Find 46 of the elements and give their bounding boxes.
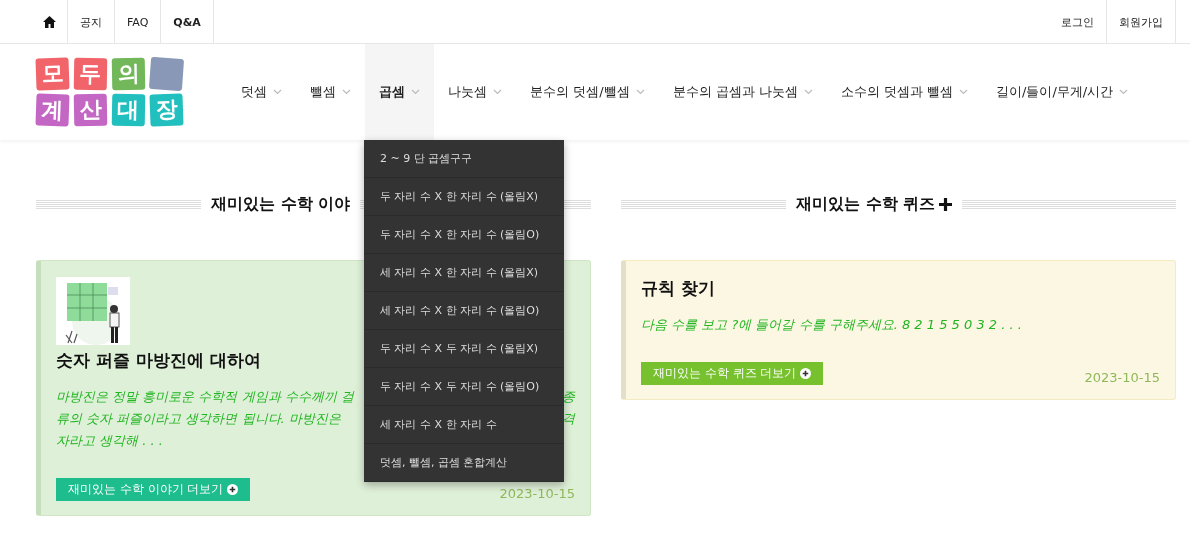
chevron-down-icon <box>411 89 420 95</box>
nav-item[interactable]: 뺄셈 <box>296 44 365 140</box>
logo-tile: 장 <box>149 93 184 127</box>
plus-icon <box>939 197 953 211</box>
logo-tile: 계 <box>35 93 70 127</box>
excerpt-text: 다음 수를 보고 ?에 들어갈 수를 구해주세요. 8 2 1 5 5 0 3 2 . . . <box>641 316 1022 334</box>
dropdown-item[interactable]: 두 자리 수 X 한 자리 수 (올림O) <box>364 216 564 254</box>
logo-tile: 모 <box>35 57 70 91</box>
chevron-down-icon <box>342 89 351 95</box>
post-date: 2023-10-15 <box>499 486 575 501</box>
nav-item[interactable]: 나눗셈 <box>434 44 516 140</box>
plus-circle-icon <box>227 484 239 495</box>
chevron-down-icon <box>493 89 502 95</box>
plus-circle-icon <box>800 368 812 379</box>
excerpt-text: 종 <box>562 388 575 406</box>
nav-item[interactable]: 곱셈 <box>365 44 434 140</box>
top-link[interactable]: 회원가입 <box>1107 0 1176 44</box>
nav-item[interactable]: 소수의 덧셈과 뺄셈 <box>826 44 983 140</box>
logo-tile: 대 <box>111 93 146 127</box>
excerpt-text: 격 <box>562 410 575 428</box>
nav-item[interactable]: 길이/들이/무게/시간 <box>982 44 1143 140</box>
top-link[interactable]: Q&A <box>161 0 214 44</box>
excerpt-text: 자라고 생각해 . . . <box>56 432 163 450</box>
logo-tile: 의 <box>111 57 146 91</box>
nav-item[interactable]: 덧셈 <box>227 44 296 140</box>
chevron-down-icon <box>959 89 969 95</box>
chevron-down-icon <box>273 89 282 95</box>
nav-item[interactable]: 분수의 곱셈과 나눗셈 <box>658 44 827 140</box>
nav-item[interactable]: 분수의 덧셈/뺄셈 <box>516 44 659 140</box>
dropdown-item[interactable]: 2 ~ 9 단 곱셈구구 <box>364 140 564 178</box>
post-title: 규칙 찾기 <box>641 277 716 300</box>
top-link[interactable]: 로그인 <box>1049 0 1107 44</box>
chevron-down-icon <box>635 89 645 95</box>
section-heading: 재미있는 수학 퀴즈 <box>796 193 936 215</box>
top-link[interactable]: 공지 <box>68 0 115 44</box>
chevron-down-icon <box>803 89 813 95</box>
top-link[interactable]: FAQ <box>115 0 162 44</box>
logo-tile: 두 <box>73 57 108 91</box>
logo-tile: 산 <box>73 93 108 127</box>
excerpt-text: 류의 숫자 퍼즐이라고 생각하면 됩니다. 마방진은 <box>56 410 341 428</box>
chevron-down-icon <box>1119 89 1129 95</box>
section-heading: 재미있는 수학 이야 <box>211 193 351 215</box>
home-icon <box>43 16 56 28</box>
post-date: 2023-10-15 <box>1084 370 1160 385</box>
dropdown-item[interactable]: 두 자리 수 X 한 자리 수 (올림X) <box>364 178 564 216</box>
excerpt-text: 마방진은 정말 흥미로운 수학적 게임과 수수께끼 걸 <box>56 388 354 406</box>
